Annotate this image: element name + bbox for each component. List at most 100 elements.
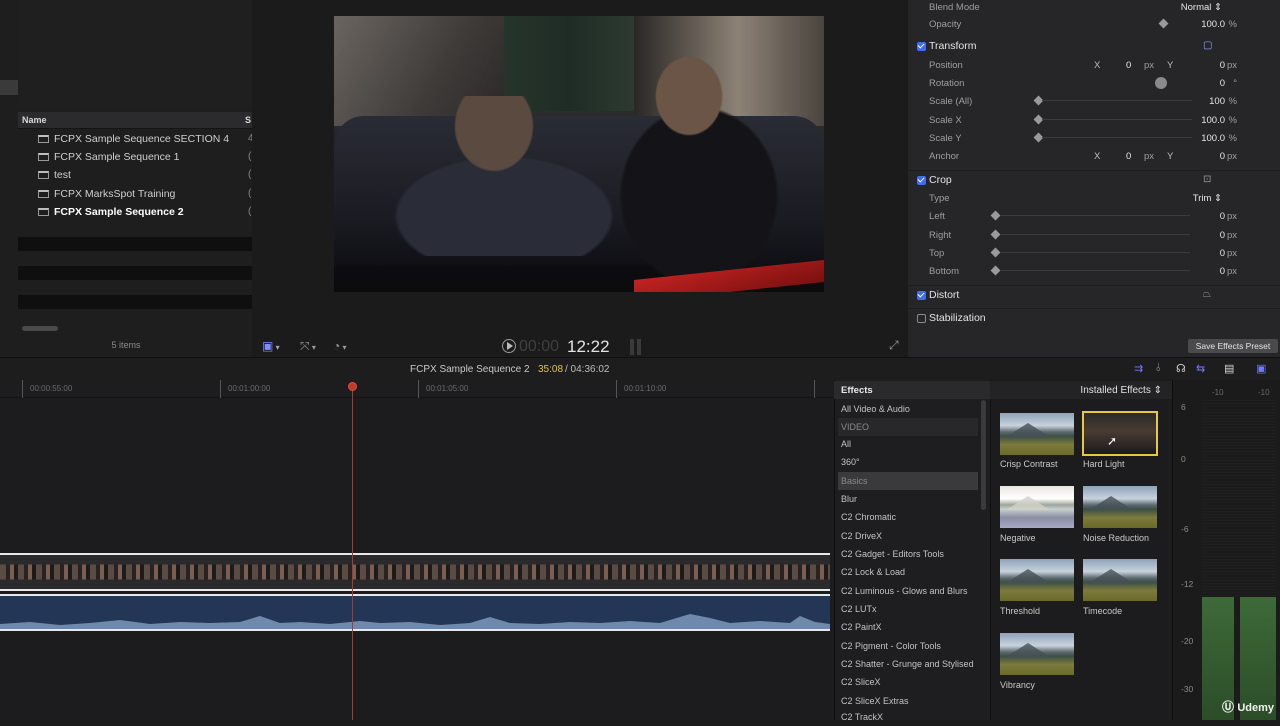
transform-onscreen-icon[interactable]: ▢ <box>1203 40 1212 51</box>
effects-category-item[interactable]: C2 LUTx <box>838 600 978 618</box>
scale-all-value[interactable]: 100 <box>1209 96 1225 107</box>
scale-x-unit: % <box>1228 115 1237 126</box>
effects-category-item[interactable]: All <box>838 435 978 453</box>
sidebar-tab[interactable] <box>0 80 18 95</box>
timeline-ruler[interactable]: 00:00:55:00 00:01:00:00 00:01:05:00 00:0… <box>0 380 834 398</box>
video-frame-person <box>364 96 634 256</box>
clip-appearance-icon[interactable]: ▤ <box>1224 362 1234 375</box>
crop-right-slider[interactable] <box>1000 234 1190 235</box>
crop-top-value[interactable]: 0 <box>1220 248 1225 259</box>
scale-x-slider[interactable] <box>1042 119 1192 120</box>
position-x-value[interactable]: 0 <box>1126 60 1131 71</box>
distort-onscreen-icon[interactable]: ⏢ <box>1203 289 1211 300</box>
browser-scrollbar[interactable] <box>22 326 58 331</box>
crop-onscreen-icon[interactable]: ⊡ <box>1203 174 1211 185</box>
browser-item[interactable]: test ( <box>18 166 252 184</box>
crop-type-select[interactable]: Trim ⇕ <box>1193 193 1222 204</box>
effect-thumbnail[interactable] <box>1000 559 1074 601</box>
position-y-value[interactable]: 0 <box>1220 60 1225 71</box>
effects-category-item[interactable]: C2 TrackX <box>838 708 978 726</box>
fullscreen-icon[interactable]: ⤢ <box>889 338 899 358</box>
rotation-dial-icon[interactable] <box>1155 77 1167 89</box>
video-preview[interactable] <box>334 16 824 292</box>
solo-headphones-icon[interactable]: ☊ <box>1176 362 1186 375</box>
effects-category-item[interactable]: 360° <box>838 453 978 471</box>
effects-browser-icon[interactable]: ▣ <box>1256 362 1266 375</box>
browser-item[interactable]: FCPX Sample Sequence SECTION 4 4 <box>18 130 254 148</box>
effects-category-item[interactable]: C2 DriveX <box>838 527 978 545</box>
playhead[interactable] <box>352 383 353 720</box>
stabilization-section[interactable]: Stabilization <box>908 308 1280 328</box>
blend-mode-select[interactable]: Normal ⇕ <box>1181 2 1222 13</box>
slider-knob[interactable] <box>990 265 1001 276</box>
audio-skimming-icon[interactable]: ⫰ <box>1156 362 1161 375</box>
installed-effects-select[interactable]: Installed Effects ⇕ <box>1080 385 1162 396</box>
effects-category-item[interactable]: C2 Pigment - Color Tools <box>838 637 978 655</box>
anchor-y-value[interactable]: 0 <box>1220 151 1225 162</box>
transform-checkbox[interactable] <box>917 42 926 51</box>
speed-icon[interactable]: ◔ ▾ <box>333 339 347 359</box>
effects-category-item[interactable]: C2 Shatter - Grunge and Stylised <box>838 655 978 673</box>
effects-category-scrollbar[interactable] <box>981 400 986 510</box>
browser-item[interactable]: FCPX Sample Sequence 1 ( <box>18 148 252 166</box>
crop-top-slider[interactable] <box>1000 252 1190 253</box>
effects-category-item[interactable]: C2 SliceX <box>838 673 978 691</box>
crop-bottom-value[interactable]: 0 <box>1220 266 1225 277</box>
slider-knob[interactable] <box>990 229 1001 240</box>
distort-section[interactable]: Distort ⏢ <box>908 285 1280 305</box>
opacity-value[interactable]: 100.0 <box>1201 19 1225 30</box>
crop-left-slider[interactable] <box>1000 215 1190 216</box>
scale-x-value[interactable]: 100.0 <box>1201 115 1225 126</box>
effects-category-item[interactable]: C2 Chromatic <box>838 508 978 526</box>
effects-category-item[interactable]: All Video & Audio <box>838 400 978 418</box>
slider-knob[interactable] <box>990 210 1001 221</box>
blend-mode-row: Blend Mode Normal ⇕ <box>908 0 1280 16</box>
crop-bottom-slider[interactable] <box>1000 270 1190 271</box>
column-s[interactable]: S <box>245 115 251 125</box>
distort-checkbox[interactable] <box>917 291 926 300</box>
play-icon[interactable] <box>502 339 516 353</box>
crop-checkbox[interactable] <box>917 176 926 185</box>
video-clip[interactable] <box>0 553 830 591</box>
timecode-display[interactable]: 00:00 12:22 <box>499 336 644 358</box>
effect-thumbnail[interactable] <box>1000 413 1074 455</box>
effects-category-item[interactable]: C2 Gadget - Editors Tools <box>838 545 978 563</box>
view-options-icon[interactable]: ▣ ▾ <box>262 339 280 359</box>
scale-all-slider[interactable] <box>1042 100 1192 101</box>
effect-thumbnail[interactable] <box>1000 633 1074 675</box>
effect-thumbnail[interactable] <box>1083 559 1157 601</box>
save-effects-preset-button[interactable]: Save Effects Preset <box>1188 339 1278 353</box>
timeline-area[interactable] <box>0 380 834 720</box>
crop-section[interactable]: Crop ⊡ <box>908 170 1280 190</box>
crop-right-value[interactable]: 0 <box>1220 230 1225 241</box>
skimming-icon[interactable]: ⇉ <box>1134 362 1143 375</box>
effect-thumbnail[interactable] <box>1000 486 1074 528</box>
keyframe-icon[interactable] <box>1158 18 1169 29</box>
browser-item[interactable]: FCPX MarksSpot Training ( <box>18 185 252 203</box>
effect-thumbnail[interactable] <box>1083 486 1157 528</box>
column-name[interactable]: Name <box>22 115 47 125</box>
stabilization-checkbox[interactable] <box>917 314 926 323</box>
scale-y-value[interactable]: 100.0 <box>1201 133 1225 144</box>
effects-category-item[interactable]: C2 Luminous - Glows and Blurs <box>838 582 978 600</box>
effects-category-item[interactable]: C2 PaintX <box>838 618 978 636</box>
browser-item-detail: ( <box>248 206 252 217</box>
transform-section[interactable]: Transform ▢ <box>908 37 1280 57</box>
effects-category-item[interactable]: C2 Lock & Load <box>838 563 978 581</box>
anchor-x-value[interactable]: 0 <box>1126 151 1131 162</box>
effects-category-item-selected[interactable]: Basics <box>838 472 978 490</box>
audio-clip[interactable] <box>0 594 830 631</box>
slider-knob[interactable] <box>990 247 1001 258</box>
scale-y-slider[interactable] <box>1042 137 1192 138</box>
sequence-name[interactable]: FCPX Sample Sequence 2 <box>410 364 530 375</box>
playhead-handle[interactable] <box>348 382 357 391</box>
rotation-value[interactable]: 0 <box>1220 78 1225 89</box>
effects-category-item[interactable]: VIDEO <box>838 418 978 436</box>
effects-category-item[interactable]: Blur <box>838 490 978 508</box>
opacity-label: Opacity <box>929 19 962 30</box>
browser-item-selected[interactable]: FCPX Sample Sequence 2 ( <box>18 203 252 221</box>
crop-left-value[interactable]: 0 <box>1220 211 1225 222</box>
snapping-icon[interactable]: ⇆ <box>1196 362 1205 375</box>
effect-thumbnail-selected[interactable]: ➚ <box>1082 411 1158 456</box>
transform-tool-icon[interactable]: ⤧ ▾ <box>300 339 316 359</box>
